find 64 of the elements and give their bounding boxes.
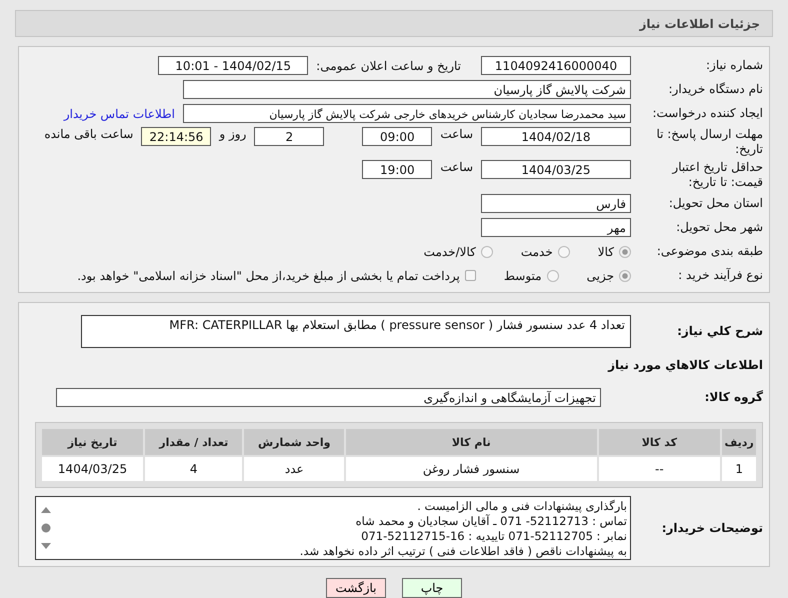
table-cell: 1404/03/25 — [42, 457, 144, 481]
radio-label: کالا — [598, 244, 614, 258]
column-header: تاریخ نیاز — [42, 429, 144, 455]
section-title: اطلاعات کالاهاي مورد نیاز — [608, 358, 763, 372]
radio-button[interactable] — [546, 270, 559, 282]
table-cell: سنسور فشار روغن — [346, 457, 597, 481]
column-header: ردیف — [722, 429, 756, 455]
field-label: گروه کالا: — [704, 390, 763, 405]
checkbox-label: پرداخت تمام یا بخشی از مبلغ خرید،از محل "اسناد خزانه اسلامی" خواهد بود. — [77, 268, 460, 282]
field-label: طبقه بندی موضوعی: — [656, 244, 763, 259]
column-header: تعداد / مقدار — [145, 429, 242, 455]
buyer-contact-link[interactable]: اطلاعات تماس خریدار — [64, 106, 175, 120]
radio-label: خدمت — [520, 244, 553, 258]
radio-label: متوسط — [504, 268, 542, 282]
notes-line: به پیشنهادات ناقص ( فاقد اطلاعات فنی ) ترتیب اثر داده نخواهد شد. — [298, 544, 627, 559]
notes-line: نمابر : 52112705-071 تاییدیه : 16-52112715-071 — [360, 529, 627, 544]
print-button[interactable]: چاپ — [402, 578, 462, 598]
field-label: ایجاد کننده درخواست: — [651, 106, 763, 121]
validity-date-field: 1404/03/25 — [481, 160, 631, 179]
field-label: استان محل تحویل: — [668, 196, 763, 211]
notes-line: تماس : 52112713- 071 ـ آقایان سجادیان و محمد شاه — [354, 514, 627, 529]
province-field: فارس — [481, 194, 631, 213]
column-header: واحد شمارش — [244, 429, 344, 455]
need-number-field: 1104092416000040 — [481, 56, 631, 75]
remaining-time-field: 22:14:56 — [141, 127, 212, 146]
radio-button[interactable] — [558, 246, 570, 258]
field-label: ساعت — [440, 127, 473, 141]
field-label: شماره نیاز: — [705, 58, 763, 73]
buyer-field: شرکت پالایش گاز پارسیان — [183, 80, 631, 99]
field-label: ساعت باقی مانده — [44, 127, 134, 141]
field-label: تاریخ و ساعت اعلان عمومی: — [316, 58, 461, 72]
table-cell: 1 — [722, 457, 756, 481]
table-cell: 4 — [145, 457, 242, 481]
validity-time-field: 19:00 — [362, 160, 432, 179]
deadline-date-field: 1404/02/18 — [481, 127, 631, 146]
page-title: جزئیات اطلاعات نیاز — [639, 16, 760, 30]
column-header: کد کالا — [598, 429, 720, 455]
requester-field: سید محمدرضا سجادیان کارشناس خریدهای خارجی شرکت پالایش گاز پارسیان — [183, 104, 631, 123]
field-label: مهلت ارسال پاسخ: تا تاریخ: — [655, 127, 763, 157]
radio-label: کالا/خدمت — [424, 244, 476, 258]
field-label: نام دستگاه خریدار: — [668, 82, 763, 97]
back-button[interactable]: بازگشت — [326, 578, 386, 598]
field-label: حداقل تاریخ اعتبار قیمت: تا تاریخ: — [670, 160, 763, 190]
field-label: توضیحات خریدار: — [660, 520, 763, 536]
announce-date-field: 1404/02/15 - 10:01 — [158, 56, 308, 75]
radio-button[interactable] — [619, 270, 631, 282]
table-cell: -- — [598, 457, 720, 481]
field-label: شهر محل تحویل: — [675, 220, 763, 235]
deadline-time-field: 09:00 — [362, 127, 432, 146]
description-field: تعداد 4 عدد سنسور فشار ( pressure sensor ) مطابق استعلام بها MFR: CATERPILLAR — [81, 315, 631, 348]
goods-group-field: تجهیزات آزمایشگاهی و اندازه‌گیری — [56, 388, 601, 407]
city-field: مهر — [481, 218, 631, 237]
checkbox[interactable] — [464, 270, 476, 281]
radio-button[interactable] — [619, 246, 631, 258]
field-label: روز و — [219, 127, 246, 141]
column-header: نام کالا — [346, 429, 597, 455]
radio-button[interactable] — [480, 246, 493, 258]
field-label: نوع فرآیند خرید : — [677, 268, 763, 283]
days-field: 2 — [254, 127, 324, 146]
table-cell: عدد — [244, 457, 344, 481]
field-label: ساعت — [440, 160, 473, 174]
radio-label: جزیی — [586, 268, 614, 282]
notes-line: بارگذاری پیشنهادات فنی و مالی الزامیست . — [416, 499, 627, 514]
field-label: شرح کلي نیاز: — [676, 324, 763, 339]
